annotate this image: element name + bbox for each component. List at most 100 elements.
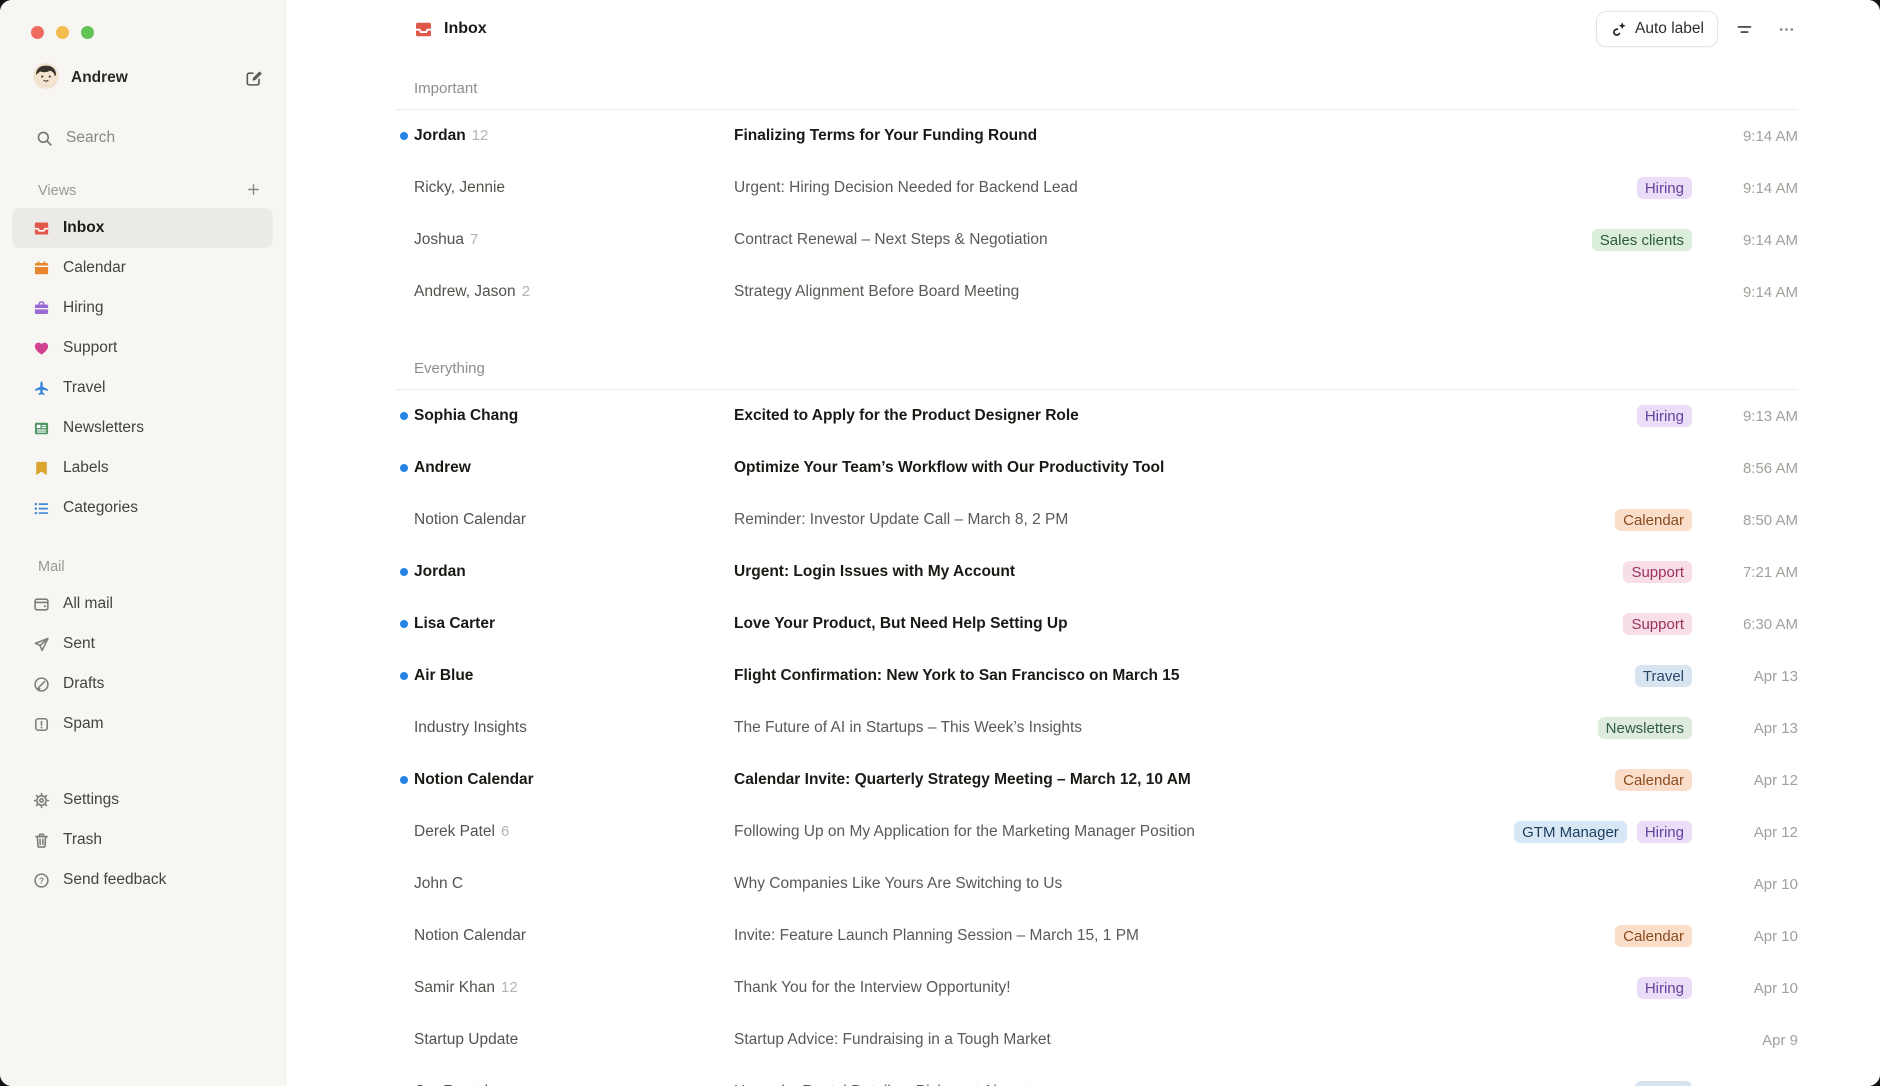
label-badge[interactable]: Calendar <box>1615 769 1692 791</box>
label-badge[interactable]: GTM Manager <box>1514 821 1627 843</box>
email-sender: Joshua7 <box>414 231 734 249</box>
label-badge[interactable]: Hiring <box>1637 405 1692 427</box>
email-time: Apr 10 <box>1706 928 1798 945</box>
sidebar-item-hiring[interactable]: Hiring <box>12 288 273 328</box>
email-row[interactable]: Lisa CarterLove Your Product, But Need H… <box>286 598 1880 650</box>
email-labels: Travel <box>1635 665 1692 687</box>
sidebar-item-sent[interactable]: Sent <box>12 624 273 664</box>
unread-dot <box>400 672 408 680</box>
search-row[interactable]: Search <box>36 124 267 152</box>
page-title: Inbox <box>414 20 487 39</box>
email-labels: Support <box>1623 561 1692 583</box>
auto-label-icon <box>1610 21 1627 38</box>
email-row[interactable]: Andrew, Jason2Strategy Alignment Before … <box>286 266 1880 318</box>
email-row[interactable]: Sophia ChangExcited to Apply for the Pro… <box>286 390 1880 442</box>
help-icon: ? <box>33 872 50 889</box>
mail-list: ImportantJordan12Finalizing Terms for Yo… <box>286 58 1880 1086</box>
email-labels: Newsletters <box>1598 717 1692 739</box>
email-subject: Why Companies Like Yours Are Switching t… <box>734 875 1692 893</box>
label-badge[interactable]: Support <box>1623 613 1692 635</box>
close-window-button[interactable] <box>31 26 44 39</box>
compose-button[interactable] <box>239 64 267 92</box>
sidebar: Andrew Search ViewsInboxCalendarHiringSu… <box>0 0 286 1086</box>
email-row[interactable]: Startup UpdateStartup Advice: Fundraisin… <box>286 1014 1880 1066</box>
sidebar-item-inbox[interactable]: Inbox <box>12 208 273 248</box>
label-badge[interactable]: Travel <box>1635 1081 1692 1086</box>
calendar-icon <box>33 260 50 277</box>
add-view-button[interactable] <box>239 177 267 205</box>
label-badge[interactable]: Hiring <box>1637 177 1692 199</box>
email-row[interactable]: Samir Khan12Thank You for the Interview … <box>286 962 1880 1014</box>
email-row[interactable]: Car RentalsUpgrade: Rental Details – Pic… <box>286 1066 1880 1086</box>
sidebar-item-all-mail[interactable]: All mail <box>12 584 273 624</box>
label-badge[interactable]: Newsletters <box>1598 717 1692 739</box>
sidebar-item-support[interactable]: Support <box>12 328 273 368</box>
email-labels: Support <box>1623 613 1692 635</box>
sidebar-item-travel[interactable]: Travel <box>12 368 273 408</box>
sidebar-item-label: Categories <box>63 499 138 517</box>
zoom-window-button[interactable] <box>81 26 94 39</box>
email-subject: Flight Confirmation: New York to San Fra… <box>734 667 1635 685</box>
label-badge[interactable]: Travel <box>1635 665 1692 687</box>
email-sender: Lisa Carter <box>414 615 734 633</box>
sidebar-item-label: Travel <box>63 379 106 397</box>
account-name[interactable]: Andrew <box>71 69 128 87</box>
filter-button[interactable] <box>1728 13 1760 45</box>
sidebar-item-labels[interactable]: Labels <box>12 448 273 488</box>
gear-icon <box>33 792 50 809</box>
email-labels: Travel <box>1635 1081 1692 1086</box>
label-badge[interactable]: Hiring <box>1637 821 1692 843</box>
app-window: Andrew Search ViewsInboxCalendarHiringSu… <box>0 0 1880 1086</box>
unread-dot <box>400 568 408 576</box>
email-labels: Calendar <box>1615 769 1692 791</box>
email-sender: Industry Insights <box>414 719 734 737</box>
sidebar-item-settings[interactable]: Settings <box>12 780 273 820</box>
email-row[interactable]: Derek Patel6Following Up on My Applicati… <box>286 806 1880 858</box>
email-row[interactable]: Air BlueFlight Confirmation: New York to… <box>286 650 1880 702</box>
email-sender: Jordan12 <box>414 127 734 145</box>
label-badge[interactable]: Calendar <box>1615 925 1692 947</box>
email-row[interactable]: Notion CalendarCalendar Invite: Quarterl… <box>286 754 1880 806</box>
more-button[interactable] <box>1770 13 1802 45</box>
sidebar-item-categories[interactable]: Categories <box>12 488 273 528</box>
email-row[interactable]: Jordan12Finalizing Terms for Your Fundin… <box>286 110 1880 162</box>
email-sender: Andrew, Jason2 <box>414 283 734 301</box>
sidebar-item-newsletters[interactable]: Newsletters <box>12 408 273 448</box>
email-row[interactable]: AndrewOptimize Your Team’s Workflow with… <box>286 442 1880 494</box>
email-row[interactable]: John CWhy Companies Like Yours Are Switc… <box>286 858 1880 910</box>
email-subject: Optimize Your Team’s Workflow with Our P… <box>734 459 1692 477</box>
page-title-text: Inbox <box>444 20 487 38</box>
label-badge[interactable]: Calendar <box>1615 509 1692 531</box>
email-time: Apr 10 <box>1706 980 1798 997</box>
avatar[interactable] <box>33 63 59 94</box>
email-sender: Derek Patel6 <box>414 823 734 841</box>
sidebar-item-send-feedback[interactable]: ?Send feedback <box>12 860 273 900</box>
compose-icon <box>245 70 262 87</box>
email-row[interactable]: Ricky, JennieUrgent: Hiring Decision Nee… <box>286 162 1880 214</box>
sidebar-item-drafts[interactable]: Drafts <box>12 664 273 704</box>
label-badge[interactable]: Support <box>1623 561 1692 583</box>
email-subject: Love Your Product, But Need Help Setting… <box>734 615 1623 633</box>
more-icon <box>1778 21 1795 38</box>
thread-count: 12 <box>472 127 489 144</box>
sidebar-item-label: Trash <box>63 831 102 849</box>
thread-count: 7 <box>470 231 478 248</box>
email-subject: Startup Advice: Fundraising in a Tough M… <box>734 1031 1692 1049</box>
email-row[interactable]: Notion CalendarInvite: Feature Launch Pl… <box>286 910 1880 962</box>
search-label: Search <box>66 129 115 147</box>
email-sender: John C <box>414 875 734 893</box>
email-subject: Contract Renewal – Next Steps & Negotiat… <box>734 231 1592 249</box>
sidebar-item-spam[interactable]: Spam <box>12 704 273 744</box>
label-badge[interactable]: Sales clients <box>1592 229 1692 251</box>
email-row[interactable]: JordanUrgent: Login Issues with My Accou… <box>286 546 1880 598</box>
auto-label-button[interactable]: Auto label <box>1596 11 1718 47</box>
email-row[interactable]: Joshua7Contract Renewal – Next Steps & N… <box>286 214 1880 266</box>
minimize-window-button[interactable] <box>56 26 69 39</box>
sidebar-item-calendar[interactable]: Calendar <box>12 248 273 288</box>
thread-count: 6 <box>501 823 509 840</box>
email-row[interactable]: Notion CalendarReminder: Investor Update… <box>286 494 1880 546</box>
sidebar-item-trash[interactable]: Trash <box>12 820 273 860</box>
email-row[interactable]: Industry InsightsThe Future of AI in Sta… <box>286 702 1880 754</box>
filter-icon <box>1736 21 1753 38</box>
label-badge[interactable]: Hiring <box>1637 977 1692 999</box>
